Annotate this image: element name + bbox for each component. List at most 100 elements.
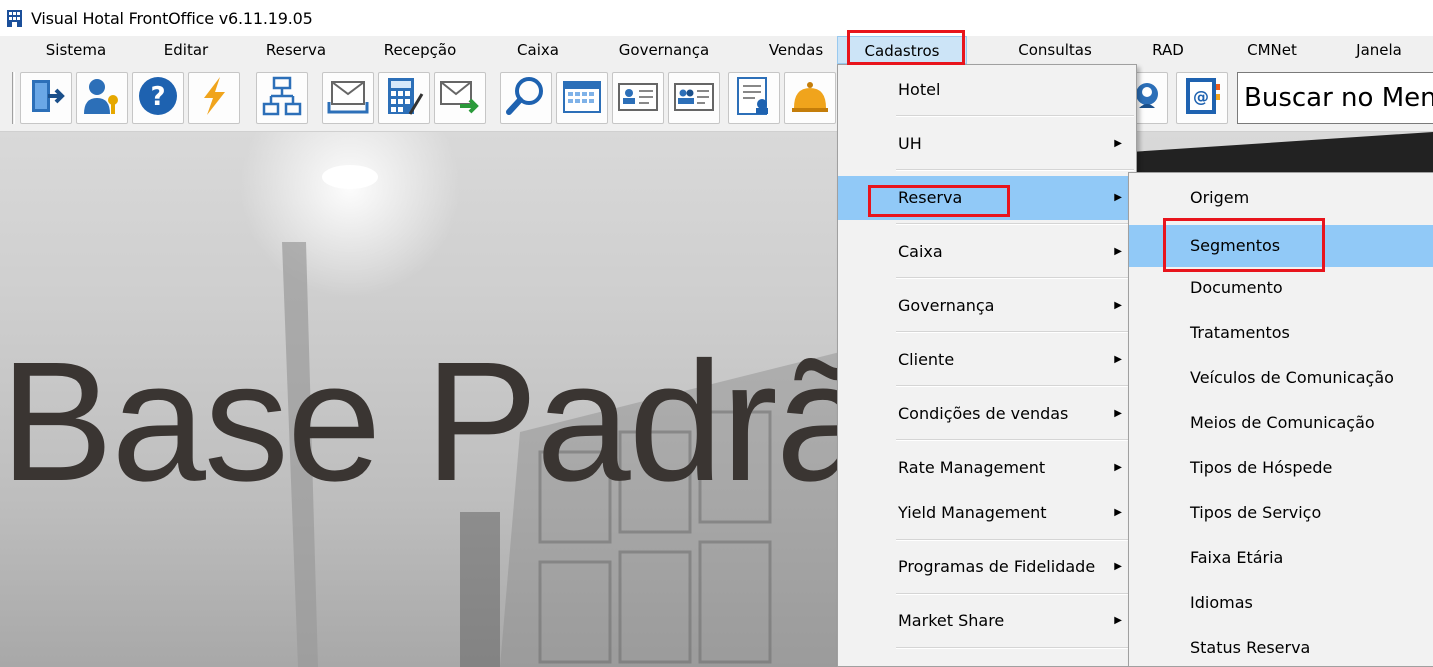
reserva-item-tratamentos[interactable]: Tratamentos bbox=[1129, 315, 1433, 351]
cadastros-item-label: Programas de Fidelidade bbox=[898, 557, 1096, 576]
menu-consultas[interactable]: Consultas bbox=[1000, 36, 1110, 64]
cadastros-item-yield-management[interactable]: Yield Management ▶ bbox=[838, 491, 1136, 535]
menu-sistema[interactable]: Sistema bbox=[30, 36, 122, 64]
menu-rad[interactable]: RAD bbox=[1130, 36, 1206, 64]
cadastros-item-label: Hotel bbox=[898, 80, 941, 99]
cadastros-item-governanca[interactable]: Governança ▶ bbox=[838, 284, 1136, 328]
cadastros-item-market-share[interactable]: Market Share ▶ bbox=[838, 599, 1136, 643]
cadastros-item-label: Rate Management bbox=[898, 458, 1046, 477]
menu-separator bbox=[896, 385, 1134, 387]
send-mail-icon bbox=[438, 74, 482, 122]
calendar-button[interactable] bbox=[556, 72, 608, 124]
report-icon bbox=[732, 74, 776, 122]
exit-button[interactable] bbox=[20, 72, 72, 124]
lightning-icon bbox=[192, 74, 236, 122]
reserva-item-idiomas[interactable]: Idiomas bbox=[1129, 585, 1433, 621]
cadastros-item-label: UH bbox=[898, 134, 922, 153]
search-icon bbox=[504, 74, 548, 122]
user-access-button[interactable] bbox=[76, 72, 128, 124]
reserva-item-tipos-de-hospede[interactable]: Tipos de Hóspede bbox=[1129, 450, 1433, 486]
report-button[interactable] bbox=[728, 72, 780, 124]
calculator-button[interactable] bbox=[378, 72, 430, 124]
cadastros-item-cliente[interactable]: Cliente ▶ bbox=[838, 338, 1136, 382]
highlight-box-segmentos bbox=[1163, 218, 1325, 272]
hotel-building-icon bbox=[6, 8, 23, 28]
reserva-item-tipos-de-servico[interactable]: Tipos de Serviço bbox=[1129, 495, 1433, 531]
toolbar: ? @ bbox=[0, 64, 1433, 132]
submenu-arrow-icon: ▶ bbox=[1114, 246, 1122, 257]
menu-separator bbox=[896, 439, 1134, 441]
address-book-icon: @ bbox=[1180, 74, 1224, 122]
reserva-item-status-reserva[interactable]: Status Reserva bbox=[1129, 630, 1433, 666]
reception-bell-button[interactable] bbox=[784, 72, 836, 124]
toolbar-grip[interactable] bbox=[12, 72, 15, 124]
guest-card-icon bbox=[616, 74, 660, 122]
mailbox-button[interactable] bbox=[322, 72, 374, 124]
menu-separator bbox=[896, 115, 1134, 117]
menu-separator bbox=[896, 539, 1134, 541]
cadastros-item-label: Governança bbox=[898, 296, 995, 315]
highlight-box-cadastros bbox=[847, 30, 965, 65]
cadastros-item-label: Yield Management bbox=[898, 503, 1047, 522]
cadastros-item-rate-management[interactable]: Rate Management ▶ bbox=[838, 446, 1136, 490]
cadastros-item-label: Condições de vendas bbox=[898, 404, 1069, 423]
send-mail-button[interactable] bbox=[434, 72, 486, 124]
submenu-arrow-icon: ▶ bbox=[1114, 192, 1122, 203]
cadastros-item-hotel[interactable]: Hotel bbox=[838, 68, 1136, 112]
submenu-arrow-icon: ▶ bbox=[1114, 507, 1122, 518]
submenu-arrow-icon: ▶ bbox=[1114, 138, 1122, 149]
reserva-item-faixa-etaria[interactable]: Faixa Etária bbox=[1129, 540, 1433, 576]
menu-cmnet[interactable]: CMNet bbox=[1228, 36, 1316, 64]
highlight-box-reserva bbox=[868, 185, 1010, 217]
exit-door-icon bbox=[24, 74, 68, 122]
user-key-icon bbox=[80, 74, 124, 122]
submenu-arrow-icon: ▶ bbox=[1114, 462, 1122, 473]
menu-separator bbox=[896, 223, 1134, 225]
structure-button[interactable] bbox=[256, 72, 308, 124]
window-title: Visual Hotal FrontOffice v6.11.19.05 bbox=[31, 8, 313, 28]
group-card-button[interactable] bbox=[668, 72, 720, 124]
menu-caixa[interactable]: Caixa bbox=[495, 36, 581, 64]
menu-separator bbox=[896, 593, 1134, 595]
cadastros-item-uh[interactable]: UH ▶ bbox=[838, 122, 1136, 166]
menu-governanca[interactable]: Governança bbox=[606, 36, 722, 64]
calendar-icon bbox=[560, 74, 604, 122]
menu-separator bbox=[896, 647, 1134, 649]
svg-text:@: @ bbox=[1193, 87, 1209, 106]
search-button[interactable] bbox=[500, 72, 552, 124]
cadastros-item-label: Cliente bbox=[898, 350, 955, 369]
help-icon: ? bbox=[136, 74, 180, 122]
svg-text:?: ? bbox=[150, 82, 165, 112]
menu-janela[interactable]: Janela bbox=[1336, 36, 1422, 64]
submenu-arrow-icon: ▶ bbox=[1114, 354, 1122, 365]
bell-icon bbox=[788, 74, 832, 122]
cadastros-item-label: Caixa bbox=[898, 242, 943, 261]
quick-action-button[interactable] bbox=[188, 72, 240, 124]
cadastros-item-condicoes-de-vendas[interactable]: Condições de vendas ▶ bbox=[838, 392, 1136, 436]
menu-editar[interactable]: Editar bbox=[140, 36, 232, 64]
cadastros-item-caixa[interactable]: Caixa ▶ bbox=[838, 230, 1136, 274]
reserva-item-meios-de-comunicacao[interactable]: Meios de Comunicação bbox=[1129, 405, 1433, 441]
reserva-item-origem[interactable]: Origem bbox=[1129, 180, 1433, 216]
guest-card-button[interactable] bbox=[612, 72, 664, 124]
submenu-arrow-icon: ▶ bbox=[1114, 561, 1122, 572]
menu-reserva[interactable]: Reserva bbox=[250, 36, 342, 64]
menu-bar: Sistema Editar Reserva Recepção Caixa Go… bbox=[0, 36, 1433, 64]
cadastros-item-label: Market Share bbox=[898, 611, 1005, 630]
app-window: Visual Hotal FrontOffice v6.11.19.05 Sis… bbox=[0, 0, 1433, 667]
help-button[interactable]: ? bbox=[132, 72, 184, 124]
org-chart-icon bbox=[260, 74, 304, 122]
submenu-arrow-icon: ▶ bbox=[1114, 300, 1122, 311]
menu-separator bbox=[896, 169, 1134, 171]
submenu-arrow-icon: ▶ bbox=[1114, 408, 1122, 419]
menu-separator bbox=[896, 277, 1134, 279]
menu-search-input[interactable]: Buscar no Menu bbox=[1237, 72, 1433, 124]
base-name-watermark: Base Padrão bbox=[0, 327, 963, 517]
reserva-item-documento[interactable]: Documento bbox=[1129, 270, 1433, 306]
reserva-item-veiculos-de-comunicacao[interactable]: Veículos de Comunicação bbox=[1129, 360, 1433, 396]
menu-recepcao[interactable]: Recepção bbox=[368, 36, 472, 64]
address-book-button[interactable]: @ bbox=[1176, 72, 1228, 124]
cadastros-item-programas-de-fidelidade[interactable]: Programas de Fidelidade ▶ bbox=[838, 545, 1136, 589]
menu-vendas[interactable]: Vendas bbox=[752, 36, 840, 64]
mail-tray-icon bbox=[326, 74, 370, 122]
